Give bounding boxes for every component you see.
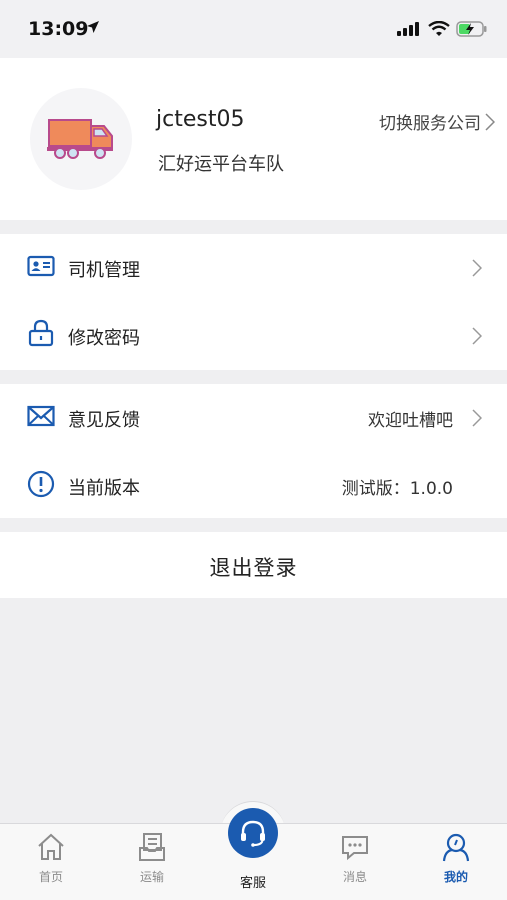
- document-icon: [139, 833, 165, 861]
- username: jctest05: [156, 107, 245, 132]
- tab-transport[interactable]: 运输: [122, 832, 182, 885]
- tab-customer-service[interactable]: [228, 808, 278, 858]
- status-time: 13:09: [28, 18, 89, 40]
- message-icon: [342, 836, 368, 861]
- wifi-icon: [428, 21, 450, 36]
- menu-item-driver-management[interactable]: 司机管理: [0, 234, 507, 302]
- version-value: 测试版：1.0.0: [341, 479, 453, 499]
- tab-label: 运输: [139, 870, 164, 884]
- user-icon: [442, 833, 470, 862]
- tab-home[interactable]: 首页: [21, 832, 81, 885]
- menu-item-version: 当前版本 测试版：1.0.0: [0, 452, 507, 520]
- tab-label: 首页: [38, 870, 63, 884]
- info-icon: [27, 470, 55, 498]
- menu-group-account: 司机管理 修改密码: [0, 234, 507, 370]
- location-arrow-icon: [87, 21, 99, 33]
- menu-item-change-password[interactable]: 修改密码: [0, 302, 507, 370]
- headset-icon: [241, 820, 265, 847]
- cellular-signal-icon: [397, 22, 419, 36]
- home-icon: [38, 833, 64, 860]
- status-bar: 13:09: [0, 0, 507, 58]
- tab-label: 消息: [342, 870, 367, 884]
- menu-group-info: 意见反馈 欢迎吐槽吧 当前版本 测试版：1.0.0: [0, 384, 507, 518]
- logout-label: 退出登录: [209, 556, 298, 580]
- switch-company-button[interactable]: 切换服务公司: [379, 109, 495, 134]
- logout-button[interactable]: 退出登录: [0, 532, 507, 598]
- chevron-right-icon: [472, 327, 482, 345]
- lock-icon: [28, 319, 54, 347]
- menu-item-label: 当前版本: [68, 478, 140, 499]
- switch-company-label: 切换服务公司: [379, 114, 481, 134]
- chevron-right-icon: [485, 112, 495, 131]
- id-card-icon: [27, 255, 55, 277]
- profile-card: jctest05 汇好运平台车队 切换服务公司: [0, 58, 507, 220]
- truck-icon: [47, 119, 113, 159]
- feedback-hint: 欢迎吐槽吧: [368, 411, 453, 431]
- chevron-right-icon: [472, 409, 482, 427]
- menu-item-label: 意见反馈: [68, 410, 140, 431]
- avatar: [30, 88, 132, 190]
- menu-item-label: 修改密码: [68, 328, 140, 349]
- tab-label: 客服: [239, 876, 266, 891]
- tab-messages[interactable]: 消息: [325, 832, 385, 885]
- envelope-icon: [27, 405, 55, 427]
- chevron-right-icon: [472, 259, 482, 277]
- menu-item-label: 司机管理: [68, 260, 140, 281]
- menu-item-feedback[interactable]: 意见反馈 欢迎吐槽吧: [0, 384, 507, 452]
- tab-label: 我的: [443, 870, 468, 884]
- team-name: 汇好运平台车队: [158, 154, 284, 175]
- battery-icon: [456, 21, 487, 37]
- tab-me[interactable]: 我的: [426, 832, 486, 885]
